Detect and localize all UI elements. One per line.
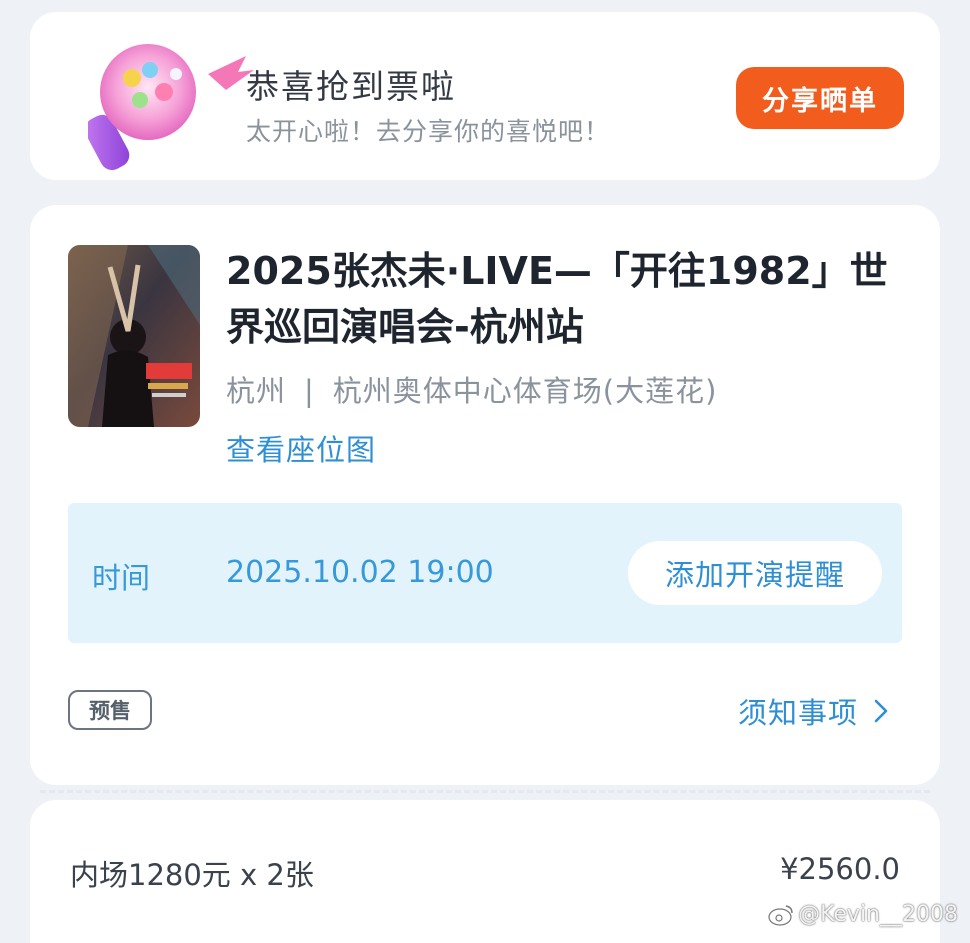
location-separator: | xyxy=(304,374,315,408)
congrats-card: 恭喜抢到票啦 太开心啦！去分享你的喜悦吧！ 分享晒单 xyxy=(30,12,940,180)
chevron-right-icon xyxy=(874,699,888,723)
share-button[interactable]: 分享晒单 xyxy=(736,67,904,129)
time-panel: 时间 2025.10.02 19:00 添加开演提醒 xyxy=(68,503,902,643)
ticket-item: 内场1280元 x 2张 xyxy=(70,858,314,892)
event-card: 2025张杰未·LIVE—「开往1982」世界巡回演唱会-杭州站 杭州 | 杭州奥体… xyxy=(30,205,940,785)
time-label: 时间 xyxy=(92,561,151,595)
event-city: 杭州 xyxy=(226,374,287,408)
add-reminder-button[interactable]: 添加开演提醒 xyxy=(628,541,882,605)
notice-label: 须知事项 xyxy=(738,696,859,730)
ticket-total: ¥2560.0 xyxy=(780,852,900,886)
presale-badge: 预售 xyxy=(68,690,152,730)
divider xyxy=(40,790,930,793)
event-location: 杭州 | 杭州奥体中心体育场(大莲花) xyxy=(226,368,717,410)
event-title: 2025张杰未·LIVE—「开往1982」世界巡回演唱会-杭州站 xyxy=(226,249,888,349)
notice-link[interactable]: 须知事项 xyxy=(738,690,888,732)
weibo-icon xyxy=(768,904,793,926)
watermark: @Kevin__2008 xyxy=(768,902,958,927)
congrats-subtitle: 太开心啦！去分享你的喜悦吧！ xyxy=(246,117,611,146)
lightstick-mascot-icon xyxy=(88,44,254,171)
event-venue: 杭州奥体中心体育场(大莲花) xyxy=(332,374,718,408)
seat-map-link[interactable]: 查看座位图 xyxy=(226,427,376,469)
event-poster-image[interactable] xyxy=(68,245,200,427)
congrats-title: 恭喜抢到票啦 xyxy=(246,67,456,106)
watermark-text: @Kevin__2008 xyxy=(798,902,958,927)
time-value: 2025.10.02 19:00 xyxy=(226,555,494,590)
